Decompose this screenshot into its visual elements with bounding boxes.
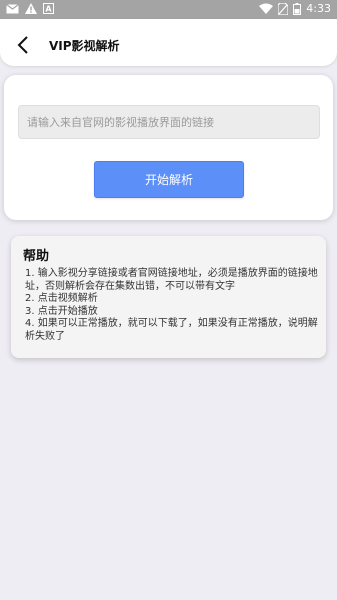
help-item: 1. 输入影视分享链接或者官网链接地址，必须是播放界面的链接地址，否则解析会存在…	[25, 268, 318, 292]
help-item: 2. 点击视频解析	[25, 293, 98, 305]
help-list: 1. 输入影视分享链接或者官网链接地址，必须是播放界面的链接地址，否则解析会存在…	[25, 268, 319, 344]
warning-icon	[25, 3, 37, 14]
help-item: 3. 点击开始播放	[25, 305, 98, 317]
wifi-icon	[259, 3, 274, 14]
battery-icon	[293, 2, 302, 15]
parse-card: 开始解析	[4, 75, 333, 220]
app-bar: VIP影视解析	[0, 19, 337, 66]
back-arrow-icon	[17, 36, 28, 54]
a-icon: A	[43, 3, 54, 14]
url-input[interactable]	[18, 105, 320, 139]
start-parse-button[interactable]: 开始解析	[94, 161, 244, 198]
mail-icon	[6, 3, 19, 14]
status-bar: A 4:33	[0, 0, 337, 19]
status-time: 4:33	[306, 2, 331, 15]
help-title: 帮助	[23, 249, 50, 264]
page-title: VIP影视解析	[49, 39, 120, 53]
no-sim-icon	[278, 2, 289, 15]
help-item: 4. 如果可以正常播放，就可以下载了，如果没有正常播放，说明解析失败了	[25, 318, 318, 342]
help-card: 帮助 1. 输入影视分享链接或者官网链接地址，必须是播放界面的链接地址，否则解析…	[11, 236, 326, 358]
back-button[interactable]	[12, 33, 36, 57]
screen: A 4:33 VIP影视解析 开始解析 帮助	[0, 0, 337, 600]
svg-text:A: A	[45, 5, 52, 14]
